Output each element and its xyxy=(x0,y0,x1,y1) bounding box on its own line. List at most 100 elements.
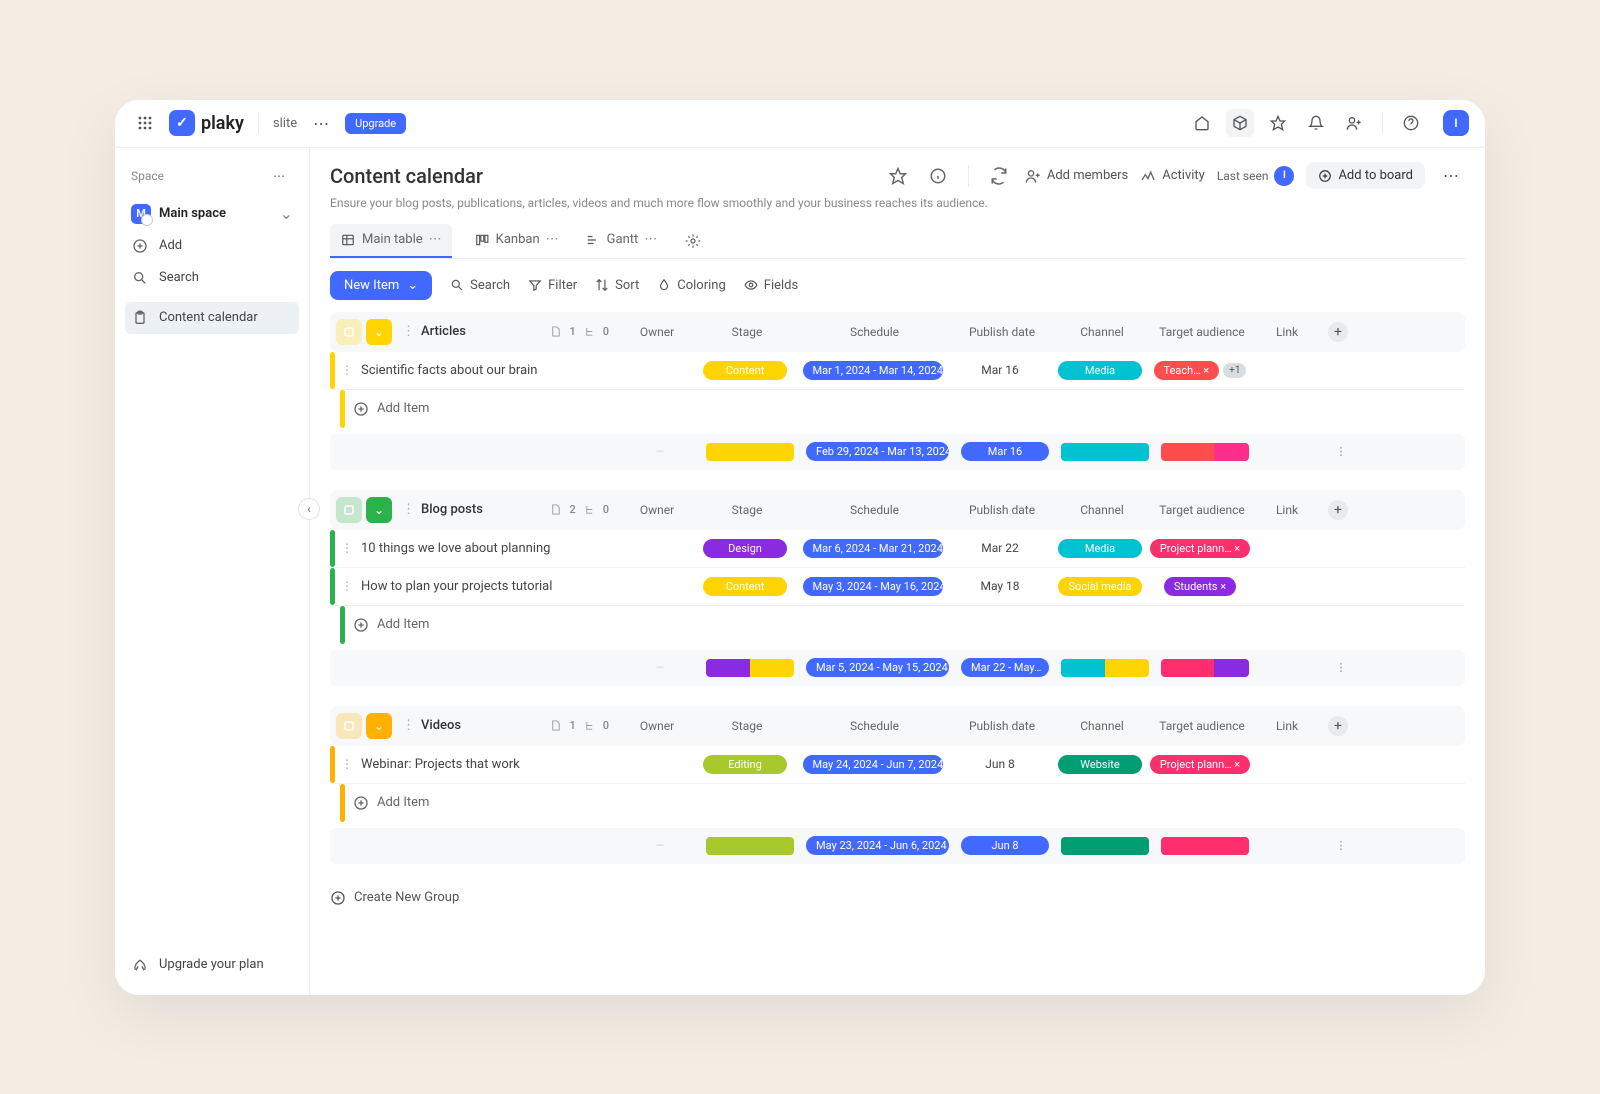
cube-icon[interactable] xyxy=(1226,109,1254,137)
cell-schedule[interactable]: Mar 1, 2024 - Mar 14, 2024 xyxy=(795,361,950,380)
cell-channel[interactable]: Media xyxy=(1050,361,1150,380)
audience-tag[interactable]: Students xyxy=(1164,577,1236,596)
summary-more-icon[interactable]: ⋮ xyxy=(1325,661,1357,674)
info-icon[interactable] xyxy=(924,162,952,190)
add-column-button[interactable]: + xyxy=(1328,716,1348,736)
add-item-button[interactable]: Add Item xyxy=(330,784,1465,822)
more-icon[interactable]: ⋯ xyxy=(429,232,442,247)
row-title[interactable]: Webinar: Projects that work xyxy=(355,757,615,772)
drag-handle-icon[interactable]: ⋮ xyxy=(339,579,355,593)
col-audience[interactable]: Target audience xyxy=(1152,503,1252,517)
col-audience[interactable]: Target audience xyxy=(1152,719,1252,733)
col-link[interactable]: Link xyxy=(1252,503,1322,517)
coloring-tool[interactable]: Coloring xyxy=(657,278,726,293)
drag-icon[interactable]: ⋮ xyxy=(402,324,415,339)
group-checkbox[interactable] xyxy=(336,713,362,739)
activity-button[interactable]: Activity xyxy=(1140,168,1205,184)
summary-more-icon[interactable]: ⋮ xyxy=(1325,839,1357,852)
cell-audience[interactable]: Project plann… xyxy=(1150,539,1250,558)
col-owner[interactable]: Owner xyxy=(617,719,697,733)
cell-stage[interactable]: Content xyxy=(695,577,795,596)
add-to-board-button[interactable]: Add to board xyxy=(1306,162,1425,189)
drag-icon[interactable]: ⋮ xyxy=(402,502,415,517)
add-column-button[interactable]: + xyxy=(1328,500,1348,520)
col-stage[interactable]: Stage xyxy=(697,325,797,339)
cell-channel[interactable]: Social media xyxy=(1050,577,1150,596)
table-row[interactable]: ⋮ 10 things we love about planning Desig… xyxy=(330,530,1465,568)
row-title[interactable]: 10 things we love about planning xyxy=(355,541,615,556)
audience-tag[interactable]: Project plann… xyxy=(1150,755,1250,774)
col-owner[interactable]: Owner xyxy=(617,325,697,339)
cell-schedule[interactable]: May 3, 2024 - May 16, 2024 xyxy=(795,577,950,596)
add-column-button[interactable]: + xyxy=(1328,322,1348,342)
space-selector[interactable]: M Main space ⌄ xyxy=(125,198,299,230)
audience-tag[interactable]: Project plann… xyxy=(1150,539,1250,558)
sidebar-search[interactable]: Search xyxy=(125,262,299,294)
more-icon[interactable]: ⋯ xyxy=(546,232,559,247)
cell-publish[interactable]: May 18 xyxy=(950,579,1050,593)
group-checkbox[interactable] xyxy=(336,319,362,345)
cell-stage[interactable]: Design xyxy=(695,539,795,558)
invite-user-icon[interactable] xyxy=(1340,109,1368,137)
cell-audience[interactable]: Students xyxy=(1150,577,1250,596)
tab-main-table[interactable]: Main table ⋯ xyxy=(330,224,452,258)
tab-kanban[interactable]: Kanban ⋯ xyxy=(470,224,563,258)
group-name-cell[interactable]: ⋮ Articles 1 0 xyxy=(392,324,617,339)
col-schedule[interactable]: Schedule xyxy=(797,325,952,339)
cell-audience[interactable]: Project plann… xyxy=(1150,755,1250,774)
table-row[interactable]: ⋮ How to plan your projects tutorial Con… xyxy=(330,568,1465,606)
logo[interactable]: ✓ plaky xyxy=(169,110,244,136)
cell-audience[interactable]: Teach…+1 xyxy=(1150,361,1250,380)
workspace-name[interactable]: slite xyxy=(273,116,297,131)
group-checkbox[interactable] xyxy=(336,497,362,523)
audience-tag[interactable]: Teach… xyxy=(1154,361,1220,380)
col-owner[interactable]: Owner xyxy=(617,503,697,517)
group-name-cell[interactable]: ⋮ Videos 1 0 xyxy=(392,718,617,733)
cell-stage[interactable]: Content xyxy=(695,361,795,380)
more-icon[interactable]: ⋯ xyxy=(644,232,657,247)
last-seen[interactable]: Last seen I xyxy=(1217,166,1295,186)
col-stage[interactable]: Stage xyxy=(697,503,797,517)
cell-schedule[interactable]: May 24, 2024 - Jun 7, 2024 xyxy=(795,755,950,774)
group-name-cell[interactable]: ⋮ Blog posts 2 0 xyxy=(392,502,617,517)
table-row[interactable]: ⋮ Scientific facts about our brain Conte… xyxy=(330,352,1465,390)
drag-handle-icon[interactable]: ⋮ xyxy=(339,363,355,377)
col-channel[interactable]: Channel xyxy=(1052,325,1152,339)
col-channel[interactable]: Channel xyxy=(1052,503,1152,517)
table-row[interactable]: ⋮ Webinar: Projects that work Editing Ma… xyxy=(330,746,1465,784)
search-tool[interactable]: Search xyxy=(450,278,510,293)
drag-handle-icon[interactable]: ⋮ xyxy=(339,541,355,555)
more-icon[interactable]: ⋯ xyxy=(1437,162,1465,190)
col-link[interactable]: Link xyxy=(1252,325,1322,339)
bell-icon[interactable] xyxy=(1302,109,1330,137)
col-audience[interactable]: Target audience xyxy=(1152,325,1252,339)
create-group-button[interactable]: Create New Group xyxy=(330,884,1465,912)
cell-publish[interactable]: Mar 22 xyxy=(950,541,1050,555)
cell-publish[interactable]: Mar 16 xyxy=(950,363,1050,377)
col-publish[interactable]: Publish date xyxy=(952,719,1052,733)
add-members-button[interactable]: Add members xyxy=(1025,168,1128,184)
apps-grid-icon[interactable] xyxy=(131,109,159,137)
col-schedule[interactable]: Schedule xyxy=(797,503,952,517)
view-settings-icon[interactable] xyxy=(679,227,707,255)
user-avatar[interactable]: I xyxy=(1443,110,1469,136)
star-icon[interactable] xyxy=(1264,109,1292,137)
col-schedule[interactable]: Schedule xyxy=(797,719,952,733)
col-publish[interactable]: Publish date xyxy=(952,503,1052,517)
new-item-button[interactable]: New Item ⌄ xyxy=(330,271,432,300)
more-icon[interactable]: ⋯ xyxy=(265,162,293,190)
cell-channel[interactable]: Media xyxy=(1050,539,1150,558)
cell-publish[interactable]: Jun 8 xyxy=(950,757,1050,771)
group-collapse-button[interactable]: ⌄ xyxy=(366,319,392,345)
group-collapse-button[interactable]: ⌄ xyxy=(366,713,392,739)
tab-gantt[interactable]: Gantt ⋯ xyxy=(581,224,662,258)
automation-icon[interactable] xyxy=(985,162,1013,190)
add-item-button[interactable]: Add Item xyxy=(330,606,1465,644)
group-collapse-button[interactable]: ⌄ xyxy=(366,497,392,523)
col-publish[interactable]: Publish date xyxy=(952,325,1052,339)
cell-schedule[interactable]: Mar 6, 2024 - Mar 21, 2024 xyxy=(795,539,950,558)
upgrade-button[interactable]: Upgrade xyxy=(345,113,406,134)
cell-stage[interactable]: Editing xyxy=(695,755,795,774)
home-icon[interactable] xyxy=(1188,109,1216,137)
col-link[interactable]: Link xyxy=(1252,719,1322,733)
